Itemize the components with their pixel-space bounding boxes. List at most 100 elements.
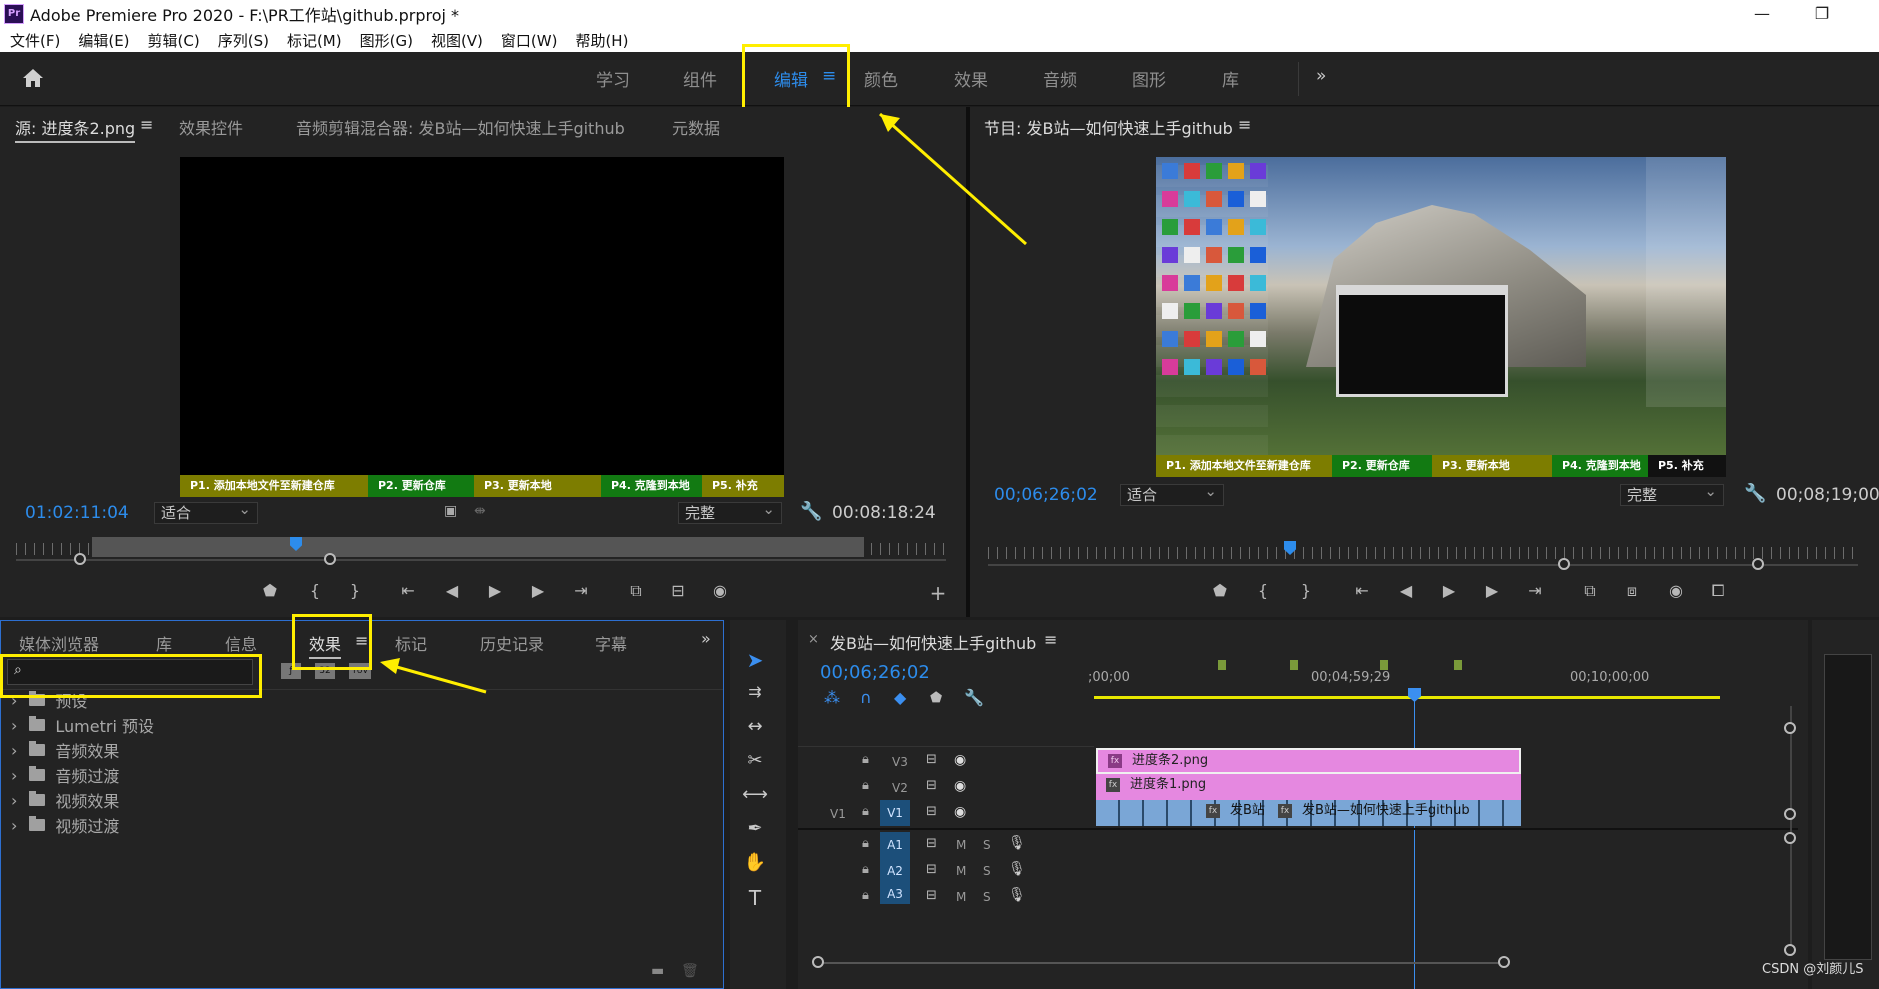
source-go-to-in-icon[interactable]: ⇤ <box>398 581 418 600</box>
source-step-forward-icon[interactable]: ▶ <box>528 581 548 600</box>
timeline-vertical-scrollbar[interactable] <box>1790 706 1792 956</box>
program-zoom-bar[interactable] <box>988 564 1858 566</box>
effect-folder-lumetri-presets[interactable]: › Lumetri 预设 <box>11 714 154 737</box>
menu-view[interactable]: 视图(V) <box>431 30 483 51</box>
source-insert-icon[interactable]: ⧉ <box>626 581 646 601</box>
track-label-v1[interactable]: V1 <box>880 800 910 826</box>
type-tool-icon[interactable]: T <box>740 886 770 910</box>
track-select-tool-icon[interactable]: ⇉ <box>740 682 770 701</box>
sequence-marker[interactable] <box>1290 660 1298 670</box>
program-quality-dropdown[interactable]: 完整 <box>1620 481 1724 506</box>
program-extract-icon[interactable]: ⧈ <box>1622 581 1642 601</box>
mute-button[interactable]: M <box>956 890 966 904</box>
tab-source[interactable]: 源: 进度条2.png <box>15 115 136 143</box>
program-go-to-in-icon[interactable]: ⇤ <box>1352 581 1372 600</box>
solo-button[interactable]: S <box>983 838 991 852</box>
drag-audio-icon[interactable]: ⇼ <box>474 503 486 519</box>
track-label-a2[interactable]: A2 <box>880 858 910 884</box>
hand-tool-icon[interactable]: ✋ <box>740 852 770 873</box>
maximize-button[interactable]: ❐ <box>1812 4 1832 24</box>
clip-v1b[interactable]: fx 发B站—如何快速上手github <box>1268 800 1486 826</box>
workspace-libraries[interactable]: 库 <box>1222 66 1239 91</box>
solo-button[interactable]: S <box>983 864 991 878</box>
workspace-learn[interactable]: 学习 <box>596 66 630 91</box>
source-play-icon[interactable]: ▶ <box>485 581 505 600</box>
menu-window[interactable]: 窗口(W) <box>501 30 558 51</box>
timeline-scroll-handle-left[interactable] <box>812 956 824 968</box>
tab-info[interactable]: 信息 <box>225 631 257 655</box>
clip-v3[interactable]: fx 进度条2.png <box>1096 748 1521 774</box>
linked-selection-icon[interactable]: ◆ <box>894 688 906 707</box>
razor-tool-icon[interactable]: ✂ <box>740 750 770 771</box>
mute-button[interactable]: M <box>956 838 966 852</box>
tab-audio-clip-mixer[interactable]: 音频剪辑混合器: 发B站—如何快速上手github <box>296 115 625 139</box>
source-zoom-handle-left[interactable] <box>74 553 86 565</box>
minimize-button[interactable]: — <box>1752 4 1772 24</box>
effect-folder-video-effects[interactable]: › 视频效果 <box>11 789 119 812</box>
track-eye-icon[interactable]: ◉ <box>954 804 966 820</box>
program-zoom-handle-right[interactable] <box>1752 558 1764 570</box>
program-export-frame-camera-icon[interactable]: ◉ <box>1666 581 1686 600</box>
sequence-marker[interactable] <box>1454 660 1462 670</box>
tab-media-browser[interactable]: 媒体浏览器 <box>19 631 99 655</box>
pen-tool-icon[interactable]: ✒ <box>740 818 770 839</box>
program-settings-wrench-icon[interactable]: 🔧 <box>1744 483 1766 504</box>
menu-help[interactable]: 帮助(H) <box>575 30 628 51</box>
add-marker-icon[interactable]: ⬟ <box>930 690 942 706</box>
workspace-assembly[interactable]: 组件 <box>683 66 717 91</box>
timeline-settings-wrench-icon[interactable]: 🔧 <box>964 688 984 707</box>
sequence-marker[interactable] <box>1380 660 1388 670</box>
source-patch-v1[interactable]: V1 <box>830 807 846 821</box>
timeline-playhead-line[interactable] <box>1414 700 1415 989</box>
source-mark-in-icon[interactable]: { <box>305 581 325 600</box>
delete-trash-icon[interactable]: 🗑 <box>681 963 699 979</box>
track-sync-icon[interactable]: ⊟ <box>926 778 937 793</box>
voiceover-mic-icon[interactable]: 🎙︎ <box>1008 861 1026 877</box>
source-mark-out-icon[interactable]: } <box>345 581 365 600</box>
program-go-to-out-icon[interactable]: ⇥ <box>1525 581 1545 600</box>
program-time-ruler[interactable] <box>988 547 1858 559</box>
tab-effect-controls[interactable]: 效果控件 <box>179 115 243 139</box>
voiceover-mic-icon[interactable]: 🎙︎ <box>1008 835 1026 851</box>
source-timecode[interactable]: 01:02:11:04 <box>25 503 129 523</box>
source-overwrite-icon[interactable]: ⊟ <box>668 581 688 600</box>
slip-tool-icon[interactable]: ⟷ <box>740 784 770 805</box>
program-step-back-icon[interactable]: ◀ <box>1396 581 1416 600</box>
sequence-title[interactable]: 发B站—如何快速上手github <box>830 630 1036 654</box>
track-sync-icon[interactable]: ⊟ <box>926 752 937 767</box>
program-lift-icon[interactable]: ⧉ <box>1580 581 1600 601</box>
voiceover-mic-icon[interactable]: 🎙︎ <box>1008 887 1026 903</box>
track-label-a1[interactable]: A1 <box>880 832 910 858</box>
source-fit-dropdown[interactable]: 适合 <box>154 499 258 524</box>
timeline-vscroll-handle-bottom[interactable] <box>1784 944 1796 956</box>
track-lock-icon[interactable]: 🔒︎ <box>862 862 869 877</box>
workspace-effects[interactable]: 效果 <box>954 66 988 91</box>
workspace-color[interactable]: 颜色 <box>864 66 898 91</box>
menu-clip[interactable]: 剪辑(C) <box>148 30 200 51</box>
effect-folder-audio-transitions[interactable]: › 音频过渡 <box>11 764 119 787</box>
track-label-a3[interactable]: A3 <box>880 884 910 904</box>
sequence-marker[interactable] <box>1218 660 1226 670</box>
track-lock-icon[interactable]: 🔒︎ <box>862 778 869 793</box>
track-lock-icon[interactable]: 🔒︎ <box>862 888 869 903</box>
close-sequence-icon[interactable]: × <box>808 632 819 647</box>
program-menu-icon[interactable]: ≡ <box>1238 115 1251 134</box>
menu-sequence[interactable]: 序列(S) <box>218 30 269 51</box>
source-settings-wrench-icon[interactable]: 🔧 <box>800 501 822 522</box>
source-zoom-bar[interactable] <box>16 559 946 561</box>
menu-file[interactable]: 文件(F) <box>10 30 60 51</box>
source-tab-menu-icon[interactable]: ≡ <box>140 115 153 134</box>
program-play-icon[interactable]: ▶ <box>1439 581 1459 600</box>
program-add-marker-icon[interactable]: ⬟ <box>1210 581 1230 600</box>
program-comparison-view-icon[interactable]: ⧠ <box>1708 581 1728 601</box>
new-bin-folder-icon[interactable]: ▬ <box>651 963 664 979</box>
more-panels-icon[interactable]: » <box>701 629 711 648</box>
selection-tool-icon[interactable]: ➤ <box>740 648 770 672</box>
snap-magnet-icon[interactable]: ∩ <box>860 688 872 707</box>
track-sync-icon[interactable]: ⊟ <box>926 862 937 877</box>
track-sync-icon[interactable]: ⊟ <box>926 804 937 819</box>
nest-snap-icon[interactable]: ⁂ <box>824 688 840 707</box>
source-add-button-icon[interactable]: + <box>928 581 948 605</box>
source-quality-dropdown[interactable]: 完整 <box>678 499 782 524</box>
timeline-vscroll-handle-top[interactable] <box>1784 722 1796 734</box>
